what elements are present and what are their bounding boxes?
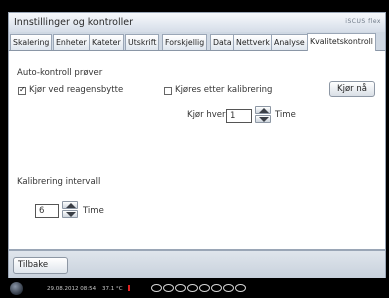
reagent-change-checkbox[interactable] — [18, 85, 26, 95]
power-button-icon[interactable] — [10, 282, 23, 295]
tab-bar: Skalering Enheter Kateter Utskrift Forsk… — [8, 32, 386, 51]
triangle-up-icon — [66, 203, 76, 208]
run-every-input[interactable]: 1 — [226, 109, 252, 123]
tab-analyse[interactable]: Analyse — [271, 34, 308, 50]
status-temperature: 37.1 °C — [102, 286, 123, 292]
run-every-down-button[interactable] — [255, 115, 271, 123]
slot-indicator — [163, 284, 174, 292]
status-datetime: 29.08.2012 08:54 — [47, 286, 97, 292]
after-calibration-checkbox[interactable] — [164, 87, 172, 95]
slot-indicator — [175, 284, 186, 292]
run-every-label: Kjør hver — [187, 110, 226, 120]
calibration-up-button[interactable] — [62, 201, 78, 209]
after-calibration-label: Kjøres etter kalibrering — [175, 85, 273, 95]
quality-control-panel: Auto-kontroll prøver Kjør ved reagensbyt… — [8, 51, 386, 249]
window-title: Innstillinger og kontroller — [14, 17, 134, 28]
tab-enheter[interactable]: Enheter — [53, 34, 90, 50]
reagent-change-label: Kjør ved reagensbytte — [29, 85, 124, 95]
device-screen: Innstillinger og kontroller iSCUS flex S… — [0, 0, 389, 298]
tab-utskrift[interactable]: Utskrift — [125, 34, 160, 50]
tab-nettverk[interactable]: Nettverk — [233, 34, 273, 50]
brand-logo: iSCUS flex — [345, 18, 381, 25]
slot-indicator — [211, 284, 222, 292]
tab-skalering[interactable]: Skalering — [10, 34, 53, 50]
triangle-down-icon — [259, 117, 269, 122]
slot-indicator — [199, 284, 210, 292]
tab-kvalitetskontroll[interactable]: Kvalitetskontroll — [307, 33, 376, 51]
slot-indicator — [151, 284, 162, 292]
status-bar: 29.08.2012 08:54 37.1 °C — [0, 279, 389, 298]
alert-flag-icon — [128, 285, 130, 291]
tab-forskjellig[interactable]: Forskjellig — [162, 34, 208, 50]
back-button[interactable]: Tilbake — [13, 257, 68, 274]
auto-control-heading: Auto-kontroll prøver — [17, 68, 103, 78]
sample-slots — [151, 284, 247, 294]
calibration-interval-unit: Time — [83, 206, 104, 216]
calibration-interval-heading: Kalibrering intervall — [17, 177, 101, 187]
calibration-interval-input[interactable]: 6 — [35, 204, 59, 218]
calibration-down-button[interactable] — [62, 210, 78, 218]
tab-data[interactable]: Data — [210, 34, 235, 50]
footer-bar: Tilbake — [8, 251, 386, 278]
window-titlebar: Innstillinger og kontroller iSCUS flex — [8, 12, 386, 32]
slot-indicator — [223, 284, 234, 292]
slot-indicator — [187, 284, 198, 292]
slot-indicator — [235, 284, 246, 292]
run-now-button[interactable]: Kjør nå — [329, 81, 375, 97]
tab-kateter[interactable]: Kateter — [89, 34, 124, 50]
run-every-unit: Time — [275, 110, 296, 120]
run-every-up-button[interactable] — [255, 106, 271, 114]
triangle-up-icon — [259, 108, 269, 113]
triangle-down-icon — [66, 212, 76, 217]
